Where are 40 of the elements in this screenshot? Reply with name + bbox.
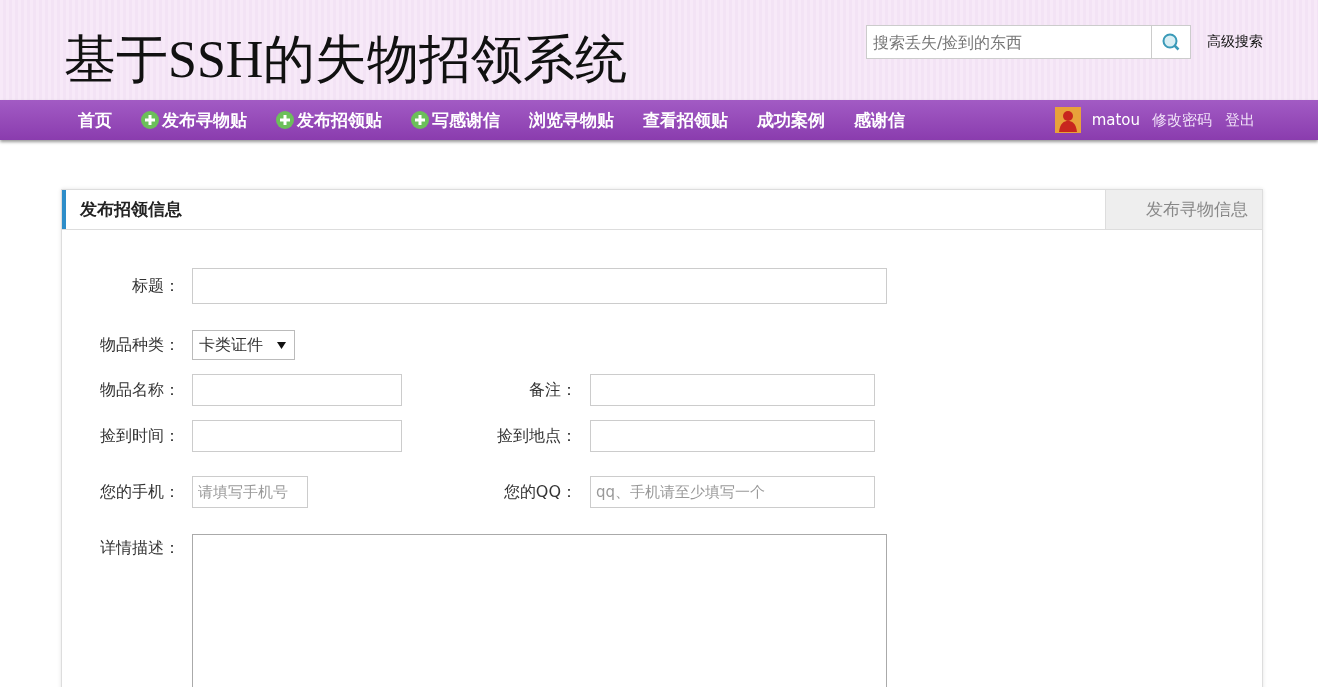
field-label: 标题： bbox=[131, 275, 180, 297]
nav-item[interactable]: 查看招领贴 bbox=[643, 108, 728, 132]
nav-item[interactable]: 成功案例 bbox=[757, 108, 825, 132]
username[interactable]: matou bbox=[1091, 111, 1140, 129]
nav-item[interactable]: 浏览寻物贴 bbox=[529, 108, 614, 132]
search-icon bbox=[1161, 32, 1181, 52]
nav-item[interactable]: 发布招领贴 bbox=[276, 108, 382, 132]
category-select[interactable]: 卡类证件 bbox=[192, 330, 295, 360]
field-label: 捡到时间： bbox=[99, 425, 180, 447]
nav-item[interactable]: 写感谢信 bbox=[411, 108, 500, 132]
advanced-search-link[interactable]: 高级搜索 bbox=[1207, 33, 1263, 51]
field-label: 捡到地点： bbox=[496, 425, 578, 447]
plus-icon bbox=[411, 111, 429, 129]
user-link[interactable]: 修改密码 bbox=[1152, 110, 1212, 130]
search-field[interactable]: 搜索丢失/捡到的东西 bbox=[866, 25, 1151, 59]
site-title: 基于SSH的失物招领系统 bbox=[64, 30, 628, 90]
panel-tab[interactable]: 发布寻物信息 bbox=[1105, 190, 1262, 229]
text-field[interactable] bbox=[192, 420, 402, 452]
field-label: 物品种类： bbox=[99, 334, 180, 356]
text-field[interactable] bbox=[590, 420, 875, 452]
nav-item[interactable]: 感谢信 bbox=[854, 108, 905, 132]
caret-icon bbox=[277, 341, 286, 349]
field-label: 您的QQ： bbox=[502, 481, 578, 503]
nav-item[interactable]: 首页 bbox=[78, 108, 112, 132]
description-field[interactable] bbox=[192, 534, 887, 687]
nav-item[interactable]: 发布寻物贴 bbox=[141, 108, 247, 132]
text-field[interactable]: qq、手机请至少填写一个 bbox=[590, 476, 875, 508]
field-label: 详情描述： bbox=[99, 538, 180, 559]
plus-icon bbox=[276, 111, 294, 129]
field-label: 您的手机： bbox=[99, 481, 180, 503]
user-link[interactable]: 登出 bbox=[1225, 110, 1255, 130]
field-label: 备注： bbox=[528, 379, 578, 401]
plus-icon bbox=[141, 111, 159, 129]
title-field[interactable] bbox=[192, 268, 887, 304]
field-label: 物品名称： bbox=[99, 379, 180, 401]
text-field[interactable] bbox=[590, 374, 875, 406]
text-field[interactable] bbox=[192, 374, 402, 406]
search-button[interactable] bbox=[1151, 25, 1191, 59]
text-field[interactable]: 请填写手机号 bbox=[192, 476, 308, 508]
avatar-icon bbox=[1054, 107, 1081, 133]
